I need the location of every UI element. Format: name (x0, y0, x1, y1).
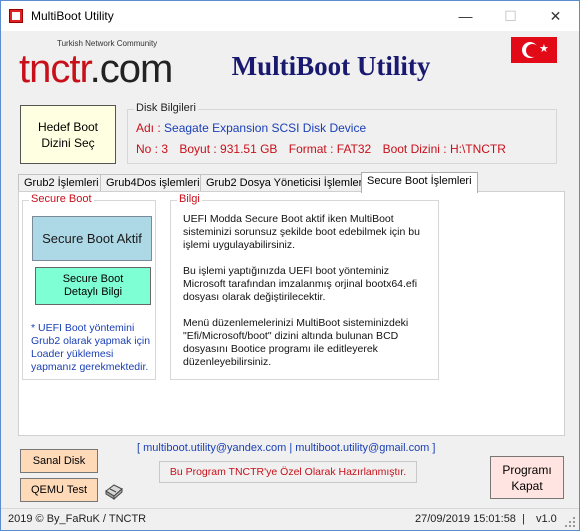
star-icon: ★ (539, 43, 549, 55)
details-button-line1: Secure Boot (62, 273, 124, 285)
secure-boot-group-title: Secure Boot (29, 193, 94, 205)
disk-boot-dir: Boot Dizini : H:\TNCTR (382, 142, 506, 156)
maximize-icon[interactable]: ☐ (488, 1, 533, 31)
contact-emails[interactable]: [ multiboot.utility@yandex.com | multibo… (137, 442, 435, 454)
status-separator: | (522, 513, 525, 525)
virtual-disk-button[interactable]: Sanal Disk (20, 449, 98, 473)
secure-boot-enable-button[interactable]: Secure Boot Aktif (32, 216, 152, 261)
logo-text-dark: .com (89, 47, 174, 91)
resize-grip-icon[interactable] (564, 516, 576, 528)
tnctr-logo: Turkish Network Community tnctr.com (19, 39, 173, 95)
uefi-note: * UEFI Boot yöntemini Grub2 olarak yapma… (31, 322, 151, 373)
tab-grub2-file-manager[interactable]: Grub2 Dosya Yöneticisi İşlemleri (200, 174, 371, 192)
disk-drive-icon[interactable] (104, 480, 124, 500)
disk-info-group: Disk Bilgileri Adı : Seagate Expansion S… (127, 102, 557, 164)
disk-details-row: No : 3 Boyut : 931.51 GB Format : FAT32 … (136, 142, 514, 156)
main-window: MultiBoot Utility — ☐ ✕ Turkish Network … (0, 0, 580, 531)
secure-boot-panel: Secure Boot Secure Boot Aktif Secure Boo… (18, 191, 565, 436)
logo-text-red: tnctr (19, 47, 91, 91)
title-bar[interactable]: MultiBoot Utility — ☐ ✕ (1, 1, 579, 31)
turkish-flag-icon[interactable]: ★ (511, 37, 557, 63)
version-label: v1.0 (536, 513, 557, 525)
status-datetime: 27/09/2019 15:01:58 (415, 513, 516, 525)
info-group-title: Bilgi (177, 193, 202, 205)
status-bar: 2019 © By_FaRuK / TNCTR 27/09/2019 15:01… (1, 508, 579, 530)
tab-secure-boot[interactable]: Secure Boot İşlemleri (361, 172, 478, 193)
close-button-line2: Kapat (511, 479, 543, 493)
disk-no: No : 3 (136, 142, 169, 156)
logo-text: tnctr.com (19, 47, 174, 92)
target-button-line1: Hedef Boot (37, 120, 99, 134)
select-target-dir-button[interactable]: Hedef Boot Dizini Seç (20, 105, 116, 164)
crescent-cutout (526, 44, 539, 57)
secure-boot-details-button[interactable]: Secure Boot Detaylı Bilgi (35, 267, 151, 305)
app-icon (9, 9, 23, 23)
tab-grub4dos[interactable]: Grub4Dos işlemleri (100, 174, 206, 192)
info-paragraph-2: Bu işlemi yaptığınızda UEFI boot yöntemi… (183, 265, 418, 303)
details-button-line2: Detaylı Bilgi (63, 286, 123, 298)
window-title: MultiBoot Utility (31, 9, 114, 23)
disk-size: Boyut : 931.51 GB (179, 142, 278, 156)
info-paragraph-3: Menü düzenlemelerinizi MultiBoot sistemi… (183, 317, 409, 368)
info-group: Bilgi UEFI Modda Secure Boot aktif iken … (170, 193, 439, 380)
tab-grub2[interactable]: Grub2 İşlemleri (18, 174, 105, 192)
qemu-test-button[interactable]: QEMU Test (20, 478, 98, 502)
target-button-line2: Dizini Seç (41, 136, 95, 150)
close-button-line1: Programı (502, 463, 552, 477)
disk-info-title: Disk Bilgileri (134, 102, 198, 114)
app-heading: MultiBoot Utility (231, 51, 431, 81)
secure-boot-group: Secure Boot Secure Boot Aktif Secure Boo… (22, 193, 156, 380)
copyright-text: 2019 © By_FaRuK / TNCTR (8, 513, 147, 525)
disk-name-label: Adı : (136, 121, 161, 135)
info-paragraph-1: UEFI Modda Secure Boot aktif iken MultiB… (183, 213, 420, 251)
close-icon[interactable]: ✕ (533, 1, 578, 31)
disk-name-value: Seagate Expansion SCSI Disk Device (164, 121, 367, 135)
close-program-button[interactable]: Programı Kapat (490, 456, 564, 499)
disk-format: Format : FAT32 (288, 142, 372, 156)
minimize-icon[interactable]: — (443, 1, 488, 31)
prepared-for-label: Bu Program TNCTR'ye Özel Olarak Hazırlan… (159, 461, 417, 483)
disk-name-row: Adı : Seagate Expansion SCSI Disk Device (136, 121, 366, 135)
